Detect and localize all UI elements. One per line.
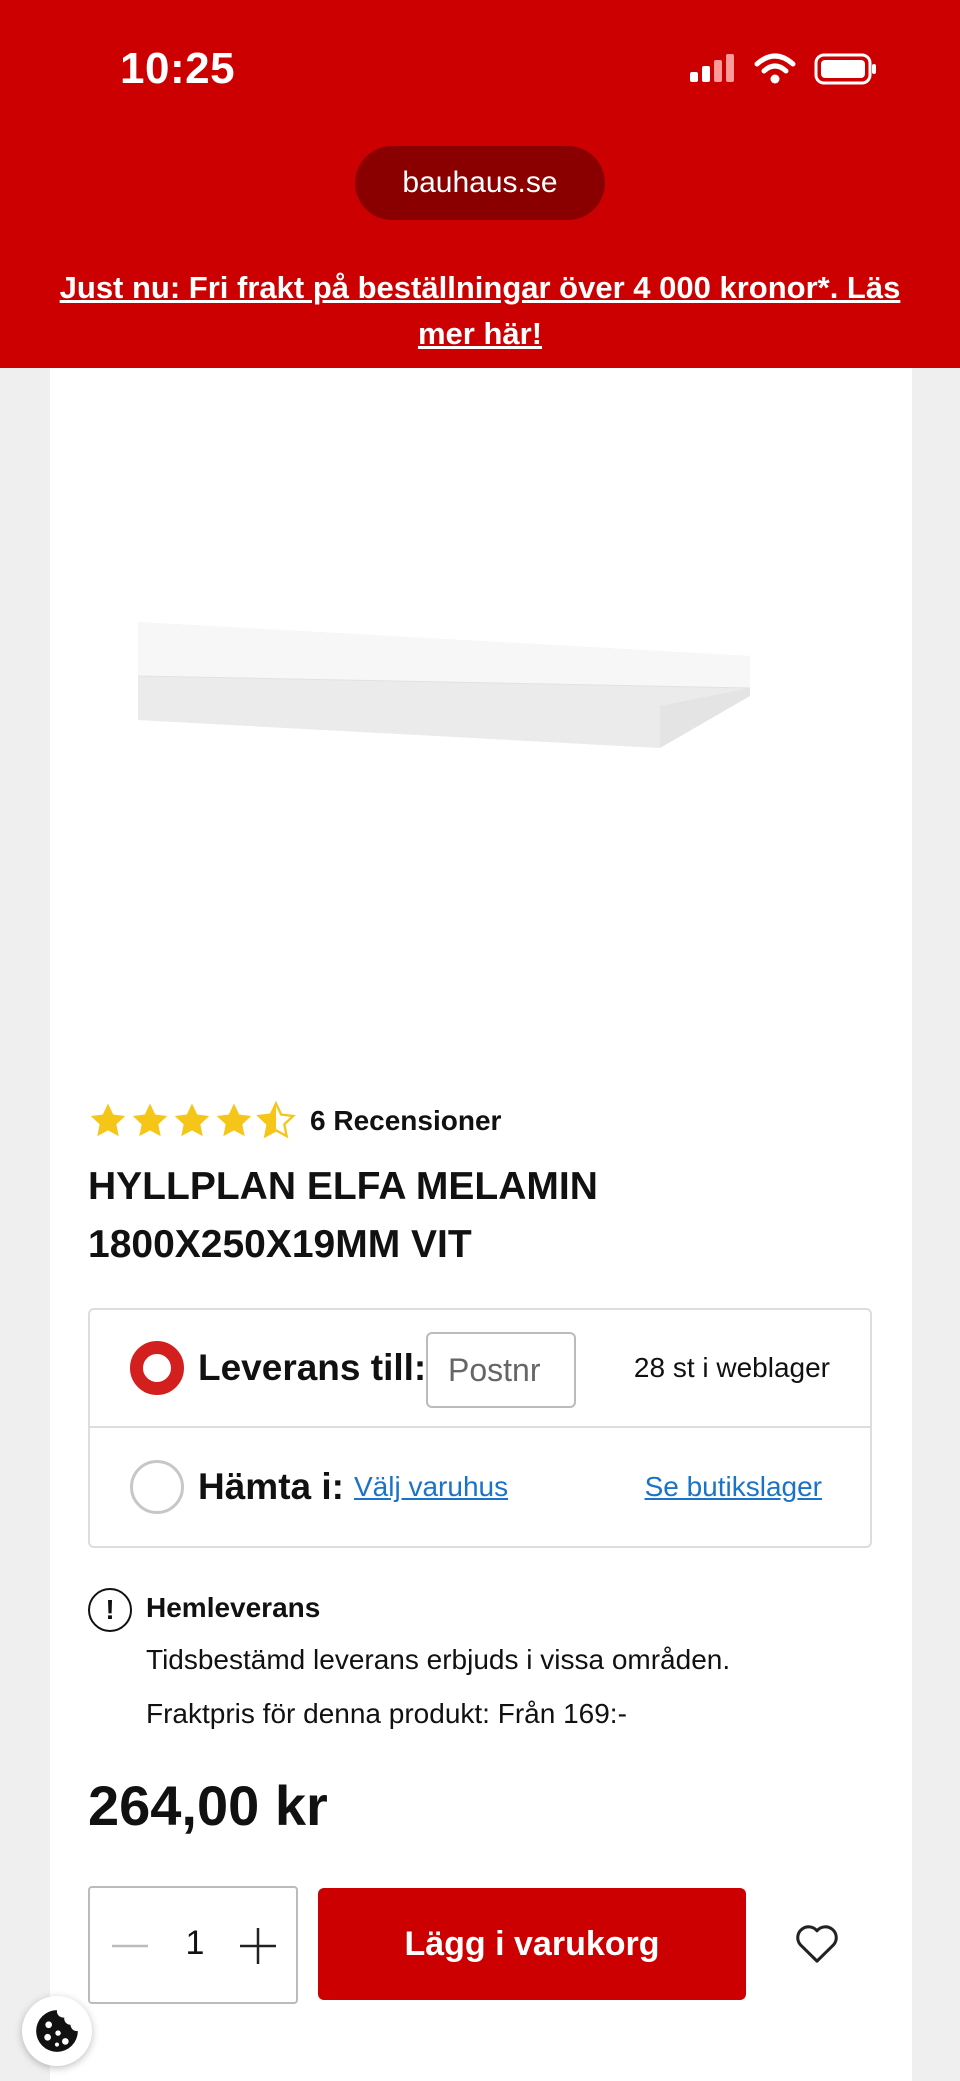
info-line-shipping-price: Fraktpris för denna produkt: Från 169:- — [146, 1698, 627, 1729]
see-store-stock-link[interactable]: Se butikslager — [645, 1471, 822, 1503]
url-bar[interactable]: bauhaus.se — [355, 146, 605, 220]
delivery-option-home[interactable]: Leverans till: Postnr 28 st i weblager — [90, 1310, 870, 1428]
product-price: 264,00 kr — [88, 1774, 328, 1837]
info-line-timed-delivery: Tidsbestämd leverans erbjuds i vissa omr… — [146, 1644, 731, 1675]
wifi-icon — [754, 53, 796, 84]
product-card: 6 Recensioner HYLLPLAN ELFA MELAMIN 1800… — [50, 368, 912, 2081]
heart-icon[interactable] — [794, 1922, 840, 1964]
reviews-count: 6 Recensioner — [310, 1105, 502, 1136]
info-exclamation-icon: ! — [88, 1588, 132, 1632]
minus-icon[interactable] — [110, 1928, 150, 1964]
web-stock-text: 28 st i weblager — [633, 1352, 830, 1383]
delivery-option-pickup[interactable]: Hämta i: Välj varuhus Se butikslager — [90, 1428, 870, 1546]
delivery-label: Leverans till: — [198, 1347, 427, 1388]
header: 10:25 bauhaus.se Just nu: Fri frakt på b… — [0, 0, 960, 368]
pickup-label: Hämta i: — [198, 1466, 344, 1507]
star-rating — [88, 1101, 296, 1141]
status-bar: 10:25 — [0, 0, 960, 140]
status-icons — [688, 52, 878, 86]
quantity-stepper: 1 — [88, 1886, 298, 2004]
cookie-settings-button[interactable] — [22, 1996, 92, 2066]
choose-store-link[interactable]: Välj varuhus — [354, 1471, 508, 1503]
battery-icon — [814, 53, 876, 85]
star-full-icon — [174, 1103, 210, 1137]
postnr-input[interactable]: Postnr — [426, 1332, 576, 1408]
product-image[interactable] — [138, 588, 758, 748]
quantity-value[interactable]: 1 — [180, 1924, 210, 1963]
star-full-icon — [216, 1103, 252, 1137]
product-title: HYLLPLAN ELFA MELAMIN 1800X250X19MM VIT — [88, 1165, 598, 1266]
delivery-radio-selected[interactable] — [130, 1341, 184, 1395]
delivery-options: Leverans till: Postnr 28 st i weblager H… — [88, 1308, 872, 1548]
star-full-icon — [132, 1103, 168, 1137]
star-half-icon — [256, 1101, 296, 1139]
pickup-radio[interactable] — [130, 1460, 184, 1514]
star-full-icon — [90, 1103, 126, 1137]
rating[interactable]: 6 Recensioner — [88, 1101, 501, 1141]
status-time: 10:25 — [120, 44, 236, 93]
url-text: bauhaus.se — [402, 166, 558, 199]
add-to-cart-button[interactable]: Lägg i varukorg — [318, 1888, 746, 2000]
promo-banner-link[interactable]: Just nu: Fri frakt på beställningar över… — [40, 265, 920, 357]
plus-icon[interactable] — [238, 1926, 278, 1966]
info-heading: Hemleverans — [146, 1592, 321, 1623]
cellular-signal-icon — [690, 54, 734, 82]
cookie-icon — [36, 2010, 78, 2052]
